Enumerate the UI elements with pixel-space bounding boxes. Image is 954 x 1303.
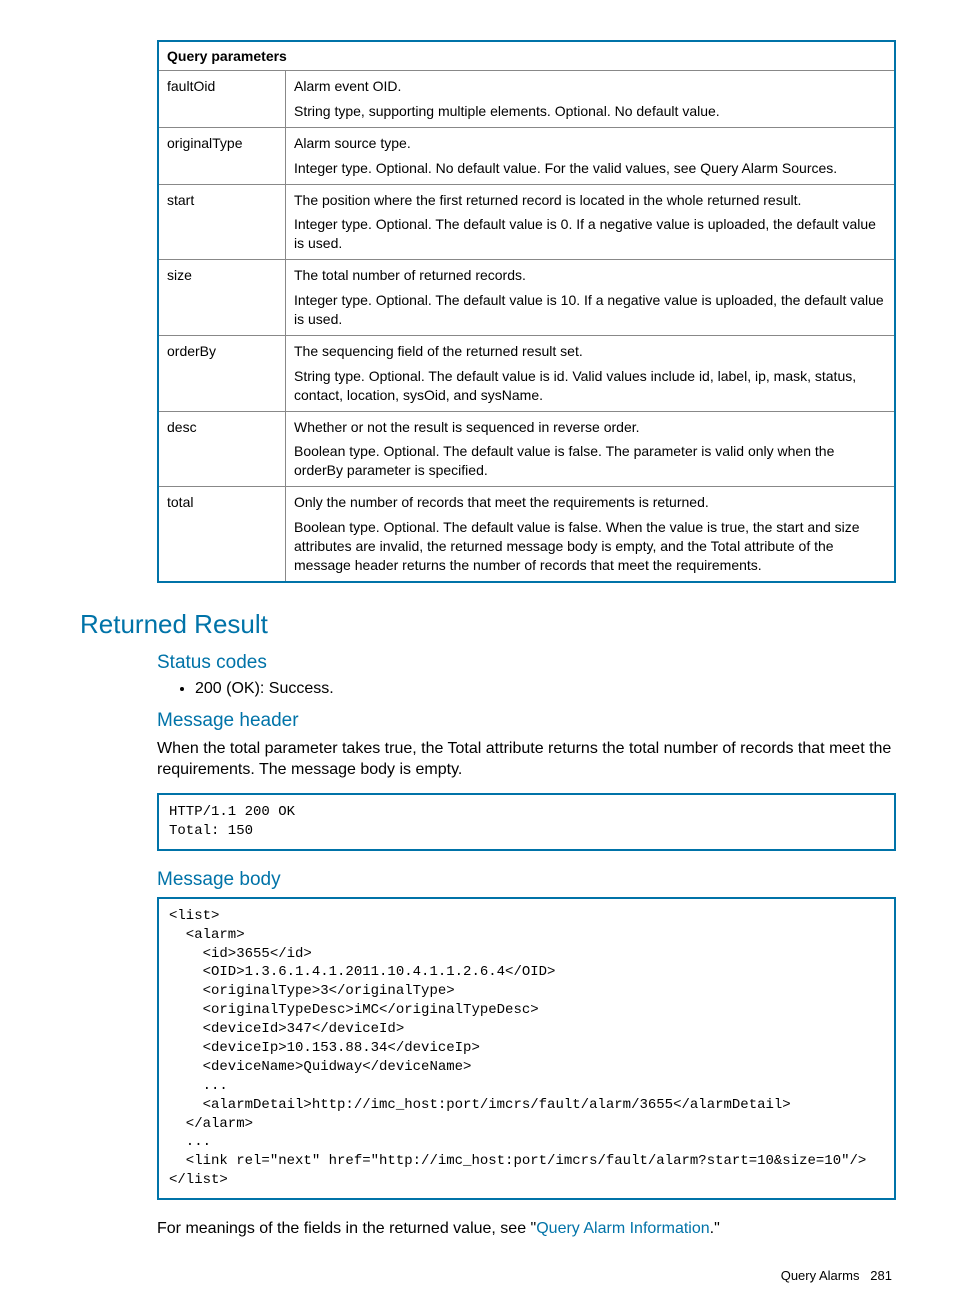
param-desc: Alarm source type.Integer type. Optional… <box>286 127 896 184</box>
param-name: start <box>158 184 286 260</box>
table-row: startThe position where the first return… <box>158 184 895 260</box>
table-header: Query parameters <box>158 41 895 71</box>
table-row: totalOnly the number of records that mee… <box>158 487 895 582</box>
param-name: originalType <box>158 127 286 184</box>
footer-note: For meanings of the fields in the return… <box>157 1218 896 1240</box>
code-block-header: HTTP/1.1 200 OK Total: 150 <box>157 793 896 851</box>
param-name: faultOid <box>158 71 286 128</box>
table-row: originalTypeAlarm source type.Integer ty… <box>158 127 895 184</box>
param-name: orderBy <box>158 335 286 411</box>
table-row: sizeThe total number of returned records… <box>158 260 895 336</box>
footer-suffix: ." <box>710 1220 720 1237</box>
param-name: desc <box>158 411 286 487</box>
page-footer: Query Alarms 281 <box>80 1268 896 1283</box>
message-header-heading: Message header <box>157 710 896 732</box>
returned-result-heading: Returned Result <box>80 609 896 640</box>
status-code-item: 200 (OK): Success. <box>195 680 896 698</box>
param-desc: The total number of returned records.Int… <box>286 260 896 336</box>
status-codes-list: 200 (OK): Success. <box>157 680 896 698</box>
param-desc: The position where the first returned re… <box>286 184 896 260</box>
footer-label: Query Alarms <box>781 1268 860 1283</box>
param-name: total <box>158 487 286 582</box>
footer-prefix: For meanings of the fields in the return… <box>157 1220 536 1237</box>
param-desc: Whether or not the result is sequenced i… <box>286 411 896 487</box>
param-desc: Only the number of records that meet the… <box>286 487 896 582</box>
table-row: orderByThe sequencing field of the retur… <box>158 335 895 411</box>
message-header-text: When the total parameter takes true, the… <box>157 738 896 781</box>
footer-pagenum: 281 <box>870 1268 892 1283</box>
message-body-heading: Message body <box>157 869 896 891</box>
table-row: descWhether or not the result is sequenc… <box>158 411 895 487</box>
status-codes-heading: Status codes <box>157 652 896 674</box>
table-row: faultOidAlarm event OID.String type, sup… <box>158 71 895 128</box>
code-block-body: <list> <alarm> <id>3655</id> <OID>1.3.6.… <box>157 897 896 1200</box>
param-desc: Alarm event OID.String type, supporting … <box>286 71 896 128</box>
param-name: size <box>158 260 286 336</box>
param-desc: The sequencing field of the returned res… <box>286 335 896 411</box>
query-parameters-table: Query parameters faultOidAlarm event OID… <box>157 40 896 583</box>
query-alarm-info-link[interactable]: Query Alarm Information <box>536 1220 709 1237</box>
